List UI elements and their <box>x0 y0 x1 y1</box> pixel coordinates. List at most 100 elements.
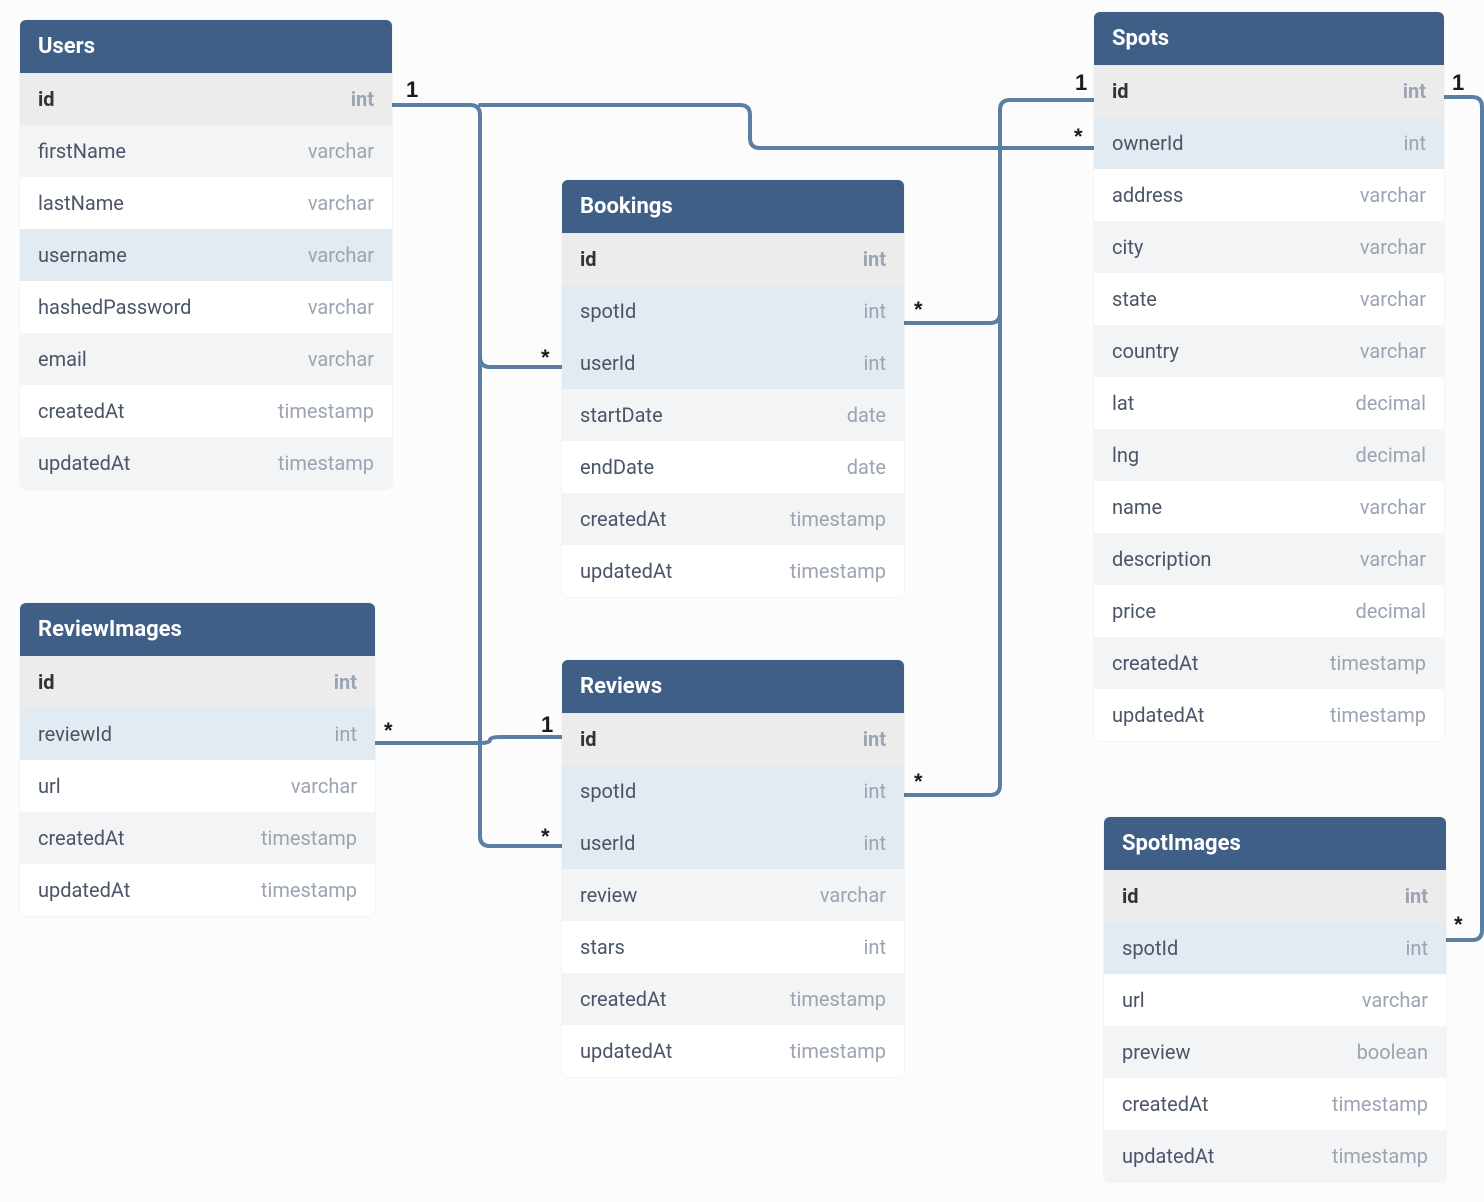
column-name: country <box>1112 339 1179 363</box>
column-row[interactable]: endDatedate <box>562 441 904 493</box>
card-reviews-id-1: 1 <box>541 712 553 738</box>
column-type: timestamp <box>1330 651 1426 675</box>
column-row[interactable]: updatedAttimestamp <box>562 545 904 597</box>
table-header[interactable]: SpotImages <box>1104 817 1446 870</box>
column-row[interactable]: updatedAt timestamp <box>562 1025 904 1077</box>
column-type: varchar <box>308 295 374 319</box>
card-spotimages-spotid: * <box>1454 912 1463 938</box>
column-row[interactable]: reviewvarchar <box>562 869 904 921</box>
column-row[interactable]: updatedAttimestamp <box>20 864 375 916</box>
column-name: updatedAt <box>1112 703 1204 727</box>
column-type: int <box>864 935 886 959</box>
column-type: int <box>864 831 886 855</box>
column-row[interactable]: idint <box>1104 870 1446 922</box>
column-name: updatedAt <box>580 559 672 583</box>
column-name: hashedPassword <box>38 295 191 319</box>
table-spots[interactable]: Spots idintownerIdintaddressvarcharcityva… <box>1094 12 1444 741</box>
column-row[interactable]: lastNamevarchar <box>20 177 392 229</box>
table-spotimages[interactable]: SpotImagesidintspotIdinturlvarcharprevie… <box>1104 817 1446 1182</box>
table-title: Users <box>38 34 95 59</box>
column-row[interactable]: spotIdint <box>1104 922 1446 974</box>
table-header[interactable]: Spots <box>1094 12 1444 65</box>
table-header[interactable]: ReviewImages <box>20 603 375 656</box>
column-row[interactable]: userIdint <box>562 337 904 389</box>
column-row[interactable]: userIdint <box>562 817 904 869</box>
column-row[interactable]: idint <box>562 713 904 765</box>
column-row[interactable]: createdAttimestamp <box>562 493 904 545</box>
column-row[interactable]: pricedecimal <box>1094 585 1444 637</box>
card-bookings-userid: * <box>541 345 550 371</box>
column-row[interactable]: createdAttimestamp <box>20 385 392 437</box>
column-row[interactable]: spotIdint <box>562 765 904 817</box>
column-type: int <box>864 299 886 323</box>
column-row[interactable]: previewboolean <box>1104 1026 1446 1078</box>
column-name: url <box>1122 988 1145 1012</box>
table-title: Reviews <box>580 674 662 699</box>
column-name: id <box>1112 79 1129 103</box>
column-row[interactable]: lngdecimal <box>1094 429 1444 481</box>
column-row[interactable]: namevarchar <box>1094 481 1444 533</box>
column-row[interactable]: descriptionvarchar <box>1094 533 1444 585</box>
column-type: varchar <box>308 139 374 163</box>
column-name: updatedAt <box>1122 1144 1214 1168</box>
column-name: spotId <box>580 299 636 323</box>
column-type: int <box>864 351 886 375</box>
column-row[interactable]: usernamevarchar <box>20 229 392 281</box>
column-row[interactable]: createdAttimestamp <box>1104 1078 1446 1130</box>
column-type: boolean <box>1357 1040 1428 1064</box>
column-row[interactable]: countryvarchar <box>1094 325 1444 377</box>
table-header[interactable]: Users <box>20 20 392 73</box>
column-row[interactable]: firstNamevarchar <box>20 125 392 177</box>
table-header[interactable]: Reviews <box>562 660 904 713</box>
column-row[interactable]: updatedAt timestamp <box>1104 1130 1446 1182</box>
table-header[interactable]: Bookings <box>562 180 904 233</box>
column-row[interactable]: idint <box>20 73 392 125</box>
column-name: createdAt <box>1112 651 1198 675</box>
column-type: timestamp <box>790 1039 886 1063</box>
column-type: timestamp <box>1332 1144 1428 1168</box>
table-users[interactable]: Users idintfirstNamevarcharlastNamevarcha… <box>20 20 392 489</box>
column-row[interactable]: createdAt timestamp <box>1094 637 1444 689</box>
column-row[interactable]: urlvarchar <box>20 760 375 812</box>
column-row[interactable]: createdAttimestamp <box>20 812 375 864</box>
column-type: int <box>351 87 374 111</box>
column-type: timestamp <box>261 878 357 902</box>
column-row[interactable]: statevarchar <box>1094 273 1444 325</box>
column-row[interactable]: urlvarchar <box>1104 974 1446 1026</box>
table-title: ReviewImages <box>38 617 182 642</box>
column-type: timestamp <box>278 451 374 475</box>
column-row[interactable]: emailvarchar <box>20 333 392 385</box>
column-row[interactable]: reviewIdint <box>20 708 375 760</box>
column-type: timestamp <box>278 399 374 423</box>
column-row[interactable]: ownerIdint <box>1094 117 1444 169</box>
column-row[interactable]: addressvarchar <box>1094 169 1444 221</box>
table-bookings[interactable]: BookingsidintspotIdintuserIdintstartDate… <box>562 180 904 597</box>
table-reviewimages[interactable]: ReviewImages idintreviewIdinturlvarcharcr… <box>20 603 375 916</box>
table-reviews[interactable]: ReviewsidintspotIdintuserIdintreviewvarc… <box>562 660 904 1077</box>
column-row[interactable]: idint <box>20 656 375 708</box>
column-name: state <box>1112 287 1157 311</box>
column-row[interactable]: idint <box>1094 65 1444 117</box>
column-row[interactable]: starsint <box>562 921 904 973</box>
column-row[interactable]: startDatedate <box>562 389 904 441</box>
column-row[interactable]: latdecimal <box>1094 377 1444 429</box>
table-title: Spots <box>1112 26 1169 51</box>
column-name: spotId <box>580 779 636 803</box>
column-type: varchar <box>1360 235 1426 259</box>
column-row[interactable]: cityvarchar <box>1094 221 1444 273</box>
column-name: name <box>1112 495 1162 519</box>
column-row[interactable]: idint <box>562 233 904 285</box>
column-name: updatedAt <box>580 1039 672 1063</box>
column-row[interactable]: createdAttimestamp <box>562 973 904 1025</box>
column-type: decimal <box>1356 599 1427 623</box>
column-type: timestamp <box>1330 703 1426 727</box>
column-name: id <box>1122 884 1139 908</box>
column-row[interactable]: updatedAt timestamp <box>1094 689 1444 741</box>
card-spots-id-left: 1 <box>1075 70 1087 96</box>
column-name: lng <box>1112 443 1139 467</box>
column-name: description <box>1112 547 1211 571</box>
column-row[interactable]: updatedAttimestamp <box>20 437 392 489</box>
card-reviews-spotid: * <box>914 769 923 795</box>
column-row[interactable]: spotId int <box>562 285 904 337</box>
column-row[interactable]: hashedPassword varchar <box>20 281 392 333</box>
